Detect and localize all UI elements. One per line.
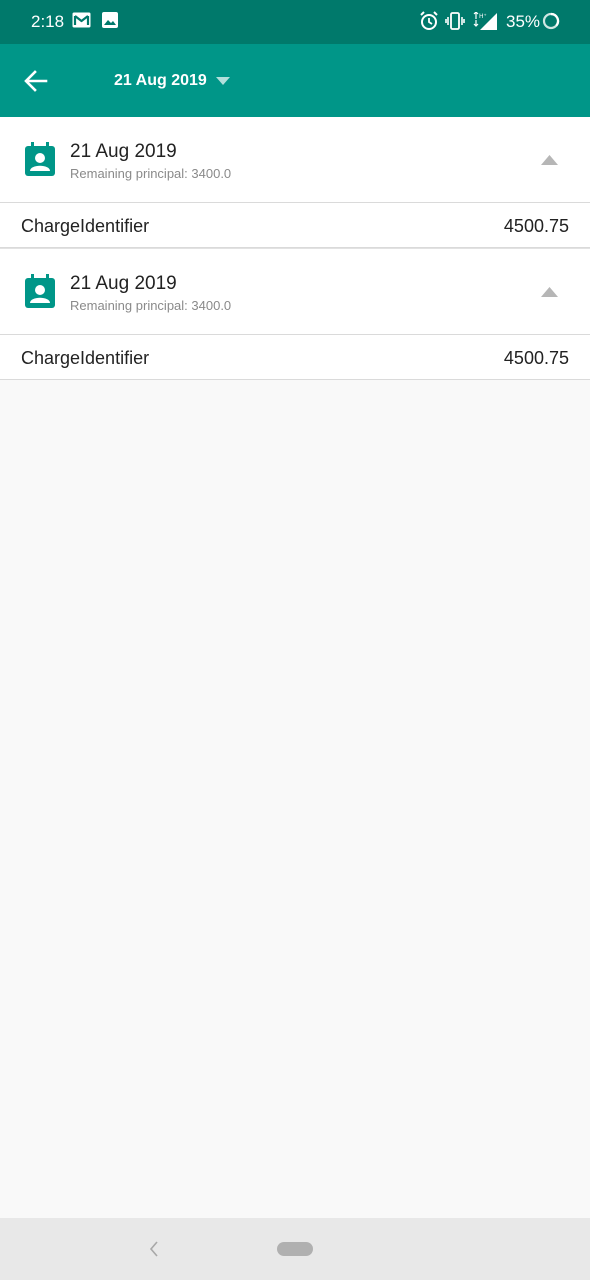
app-bar: 21 Aug 2019 — [0, 44, 590, 117]
charge-name: ChargeIdentifier — [21, 348, 150, 368]
schedule-group: 21 Aug 2019 Remaining principal: 3400.0 … — [0, 117, 590, 248]
calendar-person-icon — [25, 142, 55, 176]
charge-amount: 4500.75 — [503, 216, 569, 236]
schedule-list: 21 Aug 2019 Remaining principal: 3400.0 … — [0, 117, 590, 380]
status-bar: 2:18 H⁺ 35% — [0, 0, 590, 44]
group-date: 21 Aug 2019 — [70, 141, 177, 162]
calendar-person-icon — [25, 274, 55, 308]
charge-row: ChargeIdentifier 4500.75 — [0, 203, 590, 248]
image-icon — [102, 12, 118, 33]
gmail-icon — [72, 12, 91, 33]
group-header[interactable]: 21 Aug 2019 Remaining principal: 3400.0 — [0, 249, 590, 335]
selected-date: 21 Aug 2019 — [114, 72, 207, 89]
alarm-icon — [420, 11, 438, 36]
system-nav-bar — [0, 1218, 590, 1280]
group-header[interactable]: 21 Aug 2019 Remaining principal: 3400.0 — [0, 117, 590, 203]
back-button[interactable] — [22, 66, 52, 96]
remaining-principal: Remaining principal: 3400.0 — [70, 298, 232, 313]
vibrate-icon — [445, 11, 465, 36]
caret-down-icon — [215, 77, 230, 85]
signal-icon: H⁺ — [472, 11, 498, 35]
group-date: 21 Aug 2019 — [70, 273, 177, 294]
remaining-principal: Remaining principal: 3400.0 — [70, 166, 232, 181]
charge-row: ChargeIdentifier 4500.75 — [0, 335, 590, 380]
caret-up-icon[interactable] — [541, 287, 558, 297]
arrow-left-icon — [24, 70, 48, 92]
battery-percent: 35% — [506, 12, 541, 31]
date-dropdown[interactable]: 21 Aug 2019 — [114, 70, 230, 92]
nav-home-pill[interactable] — [277, 1242, 313, 1256]
caret-up-icon[interactable] — [541, 155, 558, 165]
status-time: 2:18 — [31, 12, 65, 31]
nav-back-icon[interactable] — [147, 1240, 161, 1258]
charge-name: ChargeIdentifier — [21, 216, 150, 236]
battery-icon — [542, 12, 560, 35]
svg-text:H⁺: H⁺ — [479, 13, 487, 20]
charge-amount: 4500.75 — [503, 348, 569, 368]
schedule-group: 21 Aug 2019 Remaining principal: 3400.0 … — [0, 248, 590, 380]
